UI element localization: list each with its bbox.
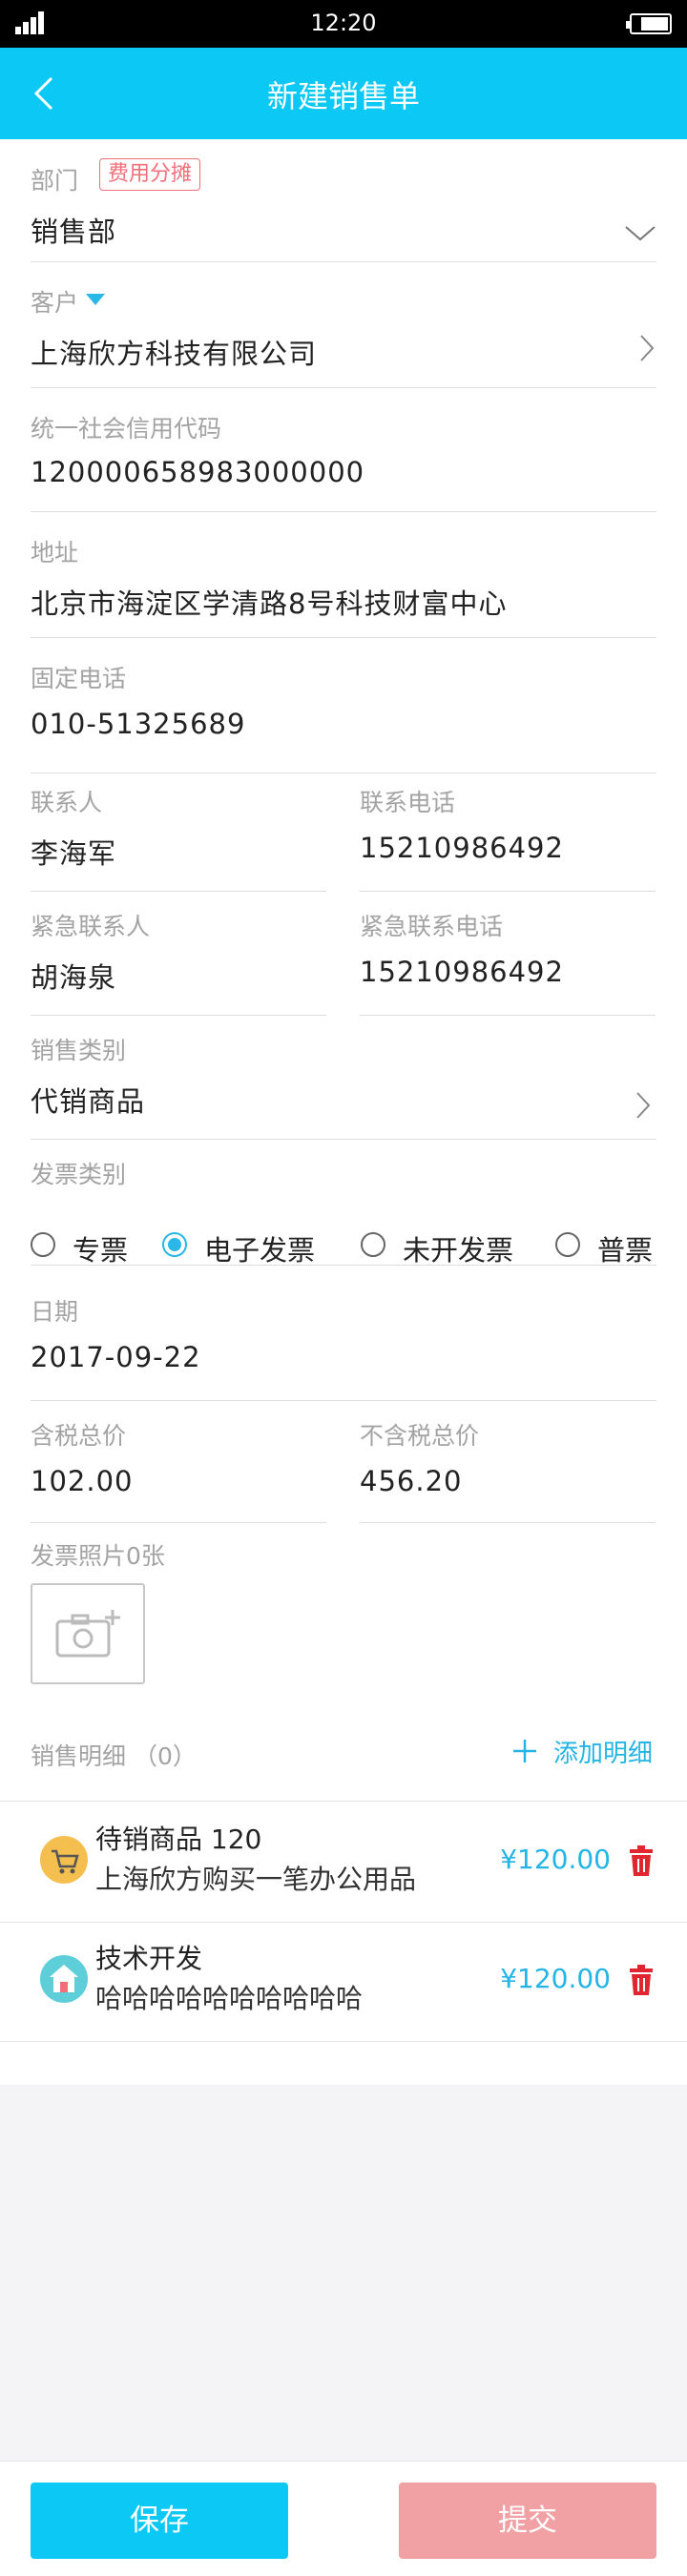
phone-field[interactable]: 固定电话 010-51325689 xyxy=(31,660,656,773)
item-title: 待销商品 120 xyxy=(95,1824,262,1855)
add-detail-button[interactable]: 添加明细 xyxy=(513,1734,656,1768)
sales-form: 部门 费用分摊 销售部 客户 上海欣方科技有限公司 统一社会信用代码 12000… xyxy=(0,139,687,2085)
delete-trash-icon[interactable] xyxy=(628,1845,655,1876)
customer-field[interactable]: 客户 上海欣方科技有限公司 xyxy=(31,284,656,388)
emergency-phone-field[interactable]: 紧急联系电话 15210986492 xyxy=(360,908,656,1016)
item-title: 技术开发 xyxy=(95,1943,203,1974)
customer-label: 客户 xyxy=(31,289,79,317)
status-time: 12:20 xyxy=(310,10,377,36)
credit-code-value: 120000658983000000 xyxy=(31,456,365,488)
plus-icon xyxy=(513,1740,536,1762)
phone-label: 固定电话 xyxy=(31,665,127,692)
chevron-down-icon[interactable] xyxy=(624,225,656,242)
delete-trash-icon[interactable] xyxy=(628,1965,655,1995)
dropdown-triangle-icon[interactable] xyxy=(86,294,105,305)
shopping-cart-icon xyxy=(40,1836,88,1884)
sales-type-field[interactable]: 销售类别 代销商品 xyxy=(31,1032,656,1140)
cost-allocation-tag[interactable]: 费用分摊 xyxy=(99,158,201,191)
item-price: ¥120.00 xyxy=(500,1844,611,1875)
contact-label: 联系人 xyxy=(31,789,103,816)
address-field[interactable]: 地址 北京市海淀区学清路8号科技财富中心 xyxy=(31,534,656,638)
item-subtitle: 上海欣方购买一笔办公用品 xyxy=(95,1864,417,1895)
contact-value: 李海军 xyxy=(31,837,117,870)
radio-label: 未开发票 xyxy=(403,1234,514,1267)
item-subtitle: 哈哈哈哈哈哈哈哈哈哈 xyxy=(95,1983,364,2014)
sales-type-value: 代销商品 xyxy=(31,1085,146,1118)
sales-details-label: 销售明细 （0） xyxy=(31,1742,197,1770)
radio-label: 普票 xyxy=(597,1234,654,1267)
total-without-tax-field[interactable]: 不含税总价 456.20 xyxy=(360,1417,656,1523)
chevron-right-icon[interactable] xyxy=(635,1091,651,1120)
date-value: 2017-09-22 xyxy=(31,1341,201,1373)
credit-code-label: 统一社会信用代码 xyxy=(31,415,222,443)
battery-icon xyxy=(626,13,672,34)
radio-circle-icon[interactable] xyxy=(361,1232,385,1257)
date-label: 日期 xyxy=(31,1298,79,1326)
invoice-type-field: 发票类别 专票 电子发票 未开发票 普票 xyxy=(31,1156,656,1267)
total-with-tax-label: 含税总价 xyxy=(31,1422,127,1450)
total-with-tax-value: 102.00 xyxy=(31,1465,134,1497)
status-bar: 12:20 xyxy=(0,0,687,48)
detail-list-item[interactable]: 待销商品 120 上海欣方购买一笔办公用品 ¥120.00 xyxy=(0,1801,687,1923)
emergency-contact-field[interactable]: 紧急联系人 胡海泉 xyxy=(31,908,326,1016)
chevron-right-icon[interactable] xyxy=(639,334,655,362)
radio-label: 专票 xyxy=(73,1234,129,1267)
invoice-type-label: 发票类别 xyxy=(31,1161,127,1188)
page-title: 新建销售单 xyxy=(266,78,420,114)
emergency-contact-label: 紧急联系人 xyxy=(31,913,151,940)
emergency-phone-label: 紧急联系电话 xyxy=(360,913,504,940)
radio-circle-icon[interactable] xyxy=(555,1232,580,1257)
emergency-phone-value: 15210986492 xyxy=(360,956,564,988)
bottom-action-bar: 保存 提交 xyxy=(0,2461,687,2576)
submit-button[interactable]: 提交 xyxy=(399,2483,656,2559)
item-price: ¥120.00 xyxy=(500,1963,611,1994)
contact-phone-value: 15210986492 xyxy=(360,832,564,864)
add-photo-button[interactable] xyxy=(31,1583,145,1684)
phone-value: 010-51325689 xyxy=(31,708,246,740)
radio-checked-icon[interactable] xyxy=(162,1232,187,1257)
total-without-tax-value: 456.20 xyxy=(360,1465,463,1497)
house-icon xyxy=(40,1955,88,2003)
nav-bar: 新建销售单 xyxy=(0,48,687,139)
department-value: 销售部 xyxy=(31,216,117,248)
department-field[interactable]: 部门 费用分摊 销售部 xyxy=(31,139,656,262)
total-without-tax-label: 不含税总价 xyxy=(360,1422,480,1450)
detail-list-item[interactable]: 技术开发 哈哈哈哈哈哈哈哈哈哈 ¥120.00 xyxy=(0,1921,687,2042)
camera-plus-icon xyxy=(55,1610,120,1658)
emergency-contact-value: 胡海泉 xyxy=(31,961,117,994)
total-with-tax-field[interactable]: 含税总价 102.00 xyxy=(31,1417,326,1523)
sales-type-label: 销售类别 xyxy=(31,1037,127,1064)
save-button[interactable]: 保存 xyxy=(31,2483,288,2559)
address-value: 北京市海淀区学清路8号科技财富中心 xyxy=(31,587,508,620)
department-label: 部门 xyxy=(31,167,79,195)
contact-phone-field[interactable]: 联系电话 15210986492 xyxy=(360,784,656,892)
invoice-photo-label: 发票照片0张 xyxy=(31,1542,165,1570)
customer-value: 上海欣方科技有限公司 xyxy=(31,338,318,370)
address-label: 地址 xyxy=(31,539,79,567)
contact-field[interactable]: 联系人 李海军 xyxy=(31,784,326,892)
credit-code-field[interactable]: 统一社会信用代码 120000658983000000 xyxy=(31,410,656,512)
radio-circle-icon[interactable] xyxy=(31,1232,55,1257)
add-detail-label: 添加明细 xyxy=(553,1740,654,1768)
date-field[interactable]: 日期 2017-09-22 xyxy=(31,1293,656,1401)
radio-label: 电子发票 xyxy=(204,1234,316,1267)
contact-phone-label: 联系电话 xyxy=(360,789,456,816)
